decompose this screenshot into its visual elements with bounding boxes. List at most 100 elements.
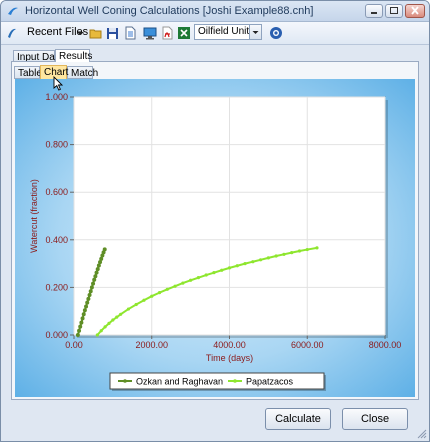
data-point <box>111 318 115 322</box>
document-icon[interactable] <box>123 25 137 41</box>
data-point <box>77 328 82 333</box>
data-point <box>134 302 138 307</box>
data-point <box>92 277 97 282</box>
data-point <box>81 312 86 317</box>
data-point <box>220 268 224 272</box>
data-point <box>181 281 185 285</box>
data-point <box>243 262 247 266</box>
x-tick-label: 8000.00 <box>369 340 402 350</box>
minimize-button[interactable] <box>365 4 383 18</box>
data-point <box>86 296 91 301</box>
data-point <box>315 246 319 250</box>
data-point <box>88 289 93 294</box>
resize-grip-icon[interactable] <box>417 429 427 439</box>
data-point <box>212 271 216 275</box>
tab-match[interactable]: Match <box>67 66 98 79</box>
data-point <box>94 270 99 275</box>
tab-table[interactable]: Table <box>14 66 42 79</box>
y-axis-label: Watercut (fraction) <box>29 179 39 253</box>
data-point <box>93 274 98 279</box>
data-point <box>119 312 123 316</box>
x-tick-label: 4000.00 <box>213 340 246 350</box>
legend-label: Ozkan and Raghavan <box>136 377 223 387</box>
data-point <box>297 249 302 253</box>
legend-marker <box>123 379 127 383</box>
data-point <box>204 273 208 277</box>
chevron-down-icon[interactable] <box>76 25 85 41</box>
data-point <box>305 247 309 252</box>
calculate-button[interactable]: Calculate <box>265 408 331 430</box>
data-point <box>87 293 92 298</box>
data-point <box>227 266 232 270</box>
y-tick-label: 0.200 <box>45 282 68 292</box>
legend-label: Papatzacos <box>246 377 294 387</box>
data-point <box>78 324 83 329</box>
data-point <box>95 267 100 272</box>
app-window: Horizontal Well Coning Calculations [Jos… <box>0 0 430 442</box>
data-point <box>80 316 85 321</box>
data-point <box>99 329 103 333</box>
open-folder-icon[interactable] <box>89 25 103 41</box>
data-point <box>259 258 263 262</box>
data-point <box>282 252 286 256</box>
chevron-down-icon <box>252 31 259 34</box>
data-point <box>89 285 94 290</box>
x-axis-label: Time (days) <box>206 353 253 363</box>
data-point <box>102 247 107 252</box>
chart-area: 0.00 2000.00 4000.00 6000.00 8000.00 0.000 0.2… <box>15 79 415 397</box>
app-icon <box>8 7 18 15</box>
x-tick-label: 2000.00 <box>135 340 168 350</box>
units-dropdown-button[interactable] <box>249 25 261 39</box>
y-tick-label: 1.000 <box>45 92 68 102</box>
y-tick-label: 0.400 <box>45 235 68 245</box>
data-point <box>266 256 270 260</box>
excel-icon[interactable] <box>177 25 191 41</box>
watercut-chart: 0.00 2000.00 4000.00 6000.00 8000.00 0.000 0.2… <box>29 92 402 391</box>
maximize-button[interactable] <box>385 4 403 18</box>
data-point <box>274 254 278 258</box>
close-button[interactable]: Close <box>342 408 408 430</box>
data-point <box>290 251 294 255</box>
data-point <box>196 276 200 280</box>
data-point <box>126 307 131 311</box>
data-point <box>142 298 146 302</box>
data-point <box>95 333 99 337</box>
monitor-icon[interactable] <box>143 25 157 41</box>
x-tick-label: 6000.00 <box>291 340 324 350</box>
maximize-icon <box>390 7 398 14</box>
data-point <box>189 278 193 282</box>
data-point <box>165 287 169 291</box>
data-point <box>91 281 96 286</box>
y-tick-label: 0.000 <box>45 330 68 340</box>
mouse-pointer-icon <box>53 76 63 91</box>
close-window-button[interactable] <box>405 4 425 18</box>
data-point <box>157 291 162 295</box>
toolbar: Recent Files Oilfield Units <box>1 22 429 45</box>
title-bar: Horizontal Well Coning Calculations [Jos… <box>1 1 429 22</box>
minimize-icon <box>371 12 377 14</box>
x-tick-label: 0.00 <box>65 340 83 350</box>
window-title: Horizontal Well Coning Calculations [Jos… <box>25 5 314 17</box>
data-point <box>84 304 89 309</box>
recent-files-icon <box>8 28 16 38</box>
data-point <box>251 260 255 264</box>
help-icon[interactable] <box>269 25 283 41</box>
data-point <box>173 284 177 288</box>
data-point <box>235 264 239 268</box>
data-point <box>150 294 154 298</box>
data-point <box>85 300 90 305</box>
y-tick-label: 0.800 <box>45 140 68 150</box>
data-point <box>103 325 107 329</box>
y-tick-label: 0.600 <box>45 187 68 197</box>
data-point <box>82 308 87 313</box>
data-point <box>79 320 84 325</box>
save-icon[interactable] <box>106 25 120 41</box>
units-select-value: Oilfield Units <box>198 26 255 37</box>
legend-marker <box>233 379 237 383</box>
data-point <box>107 321 111 325</box>
data-point <box>115 315 119 319</box>
pdf-icon[interactable] <box>160 25 174 41</box>
tab-results[interactable]: Results <box>55 49 92 62</box>
data-point <box>75 333 80 337</box>
units-select[interactable]: Oilfield Units <box>194 24 262 40</box>
